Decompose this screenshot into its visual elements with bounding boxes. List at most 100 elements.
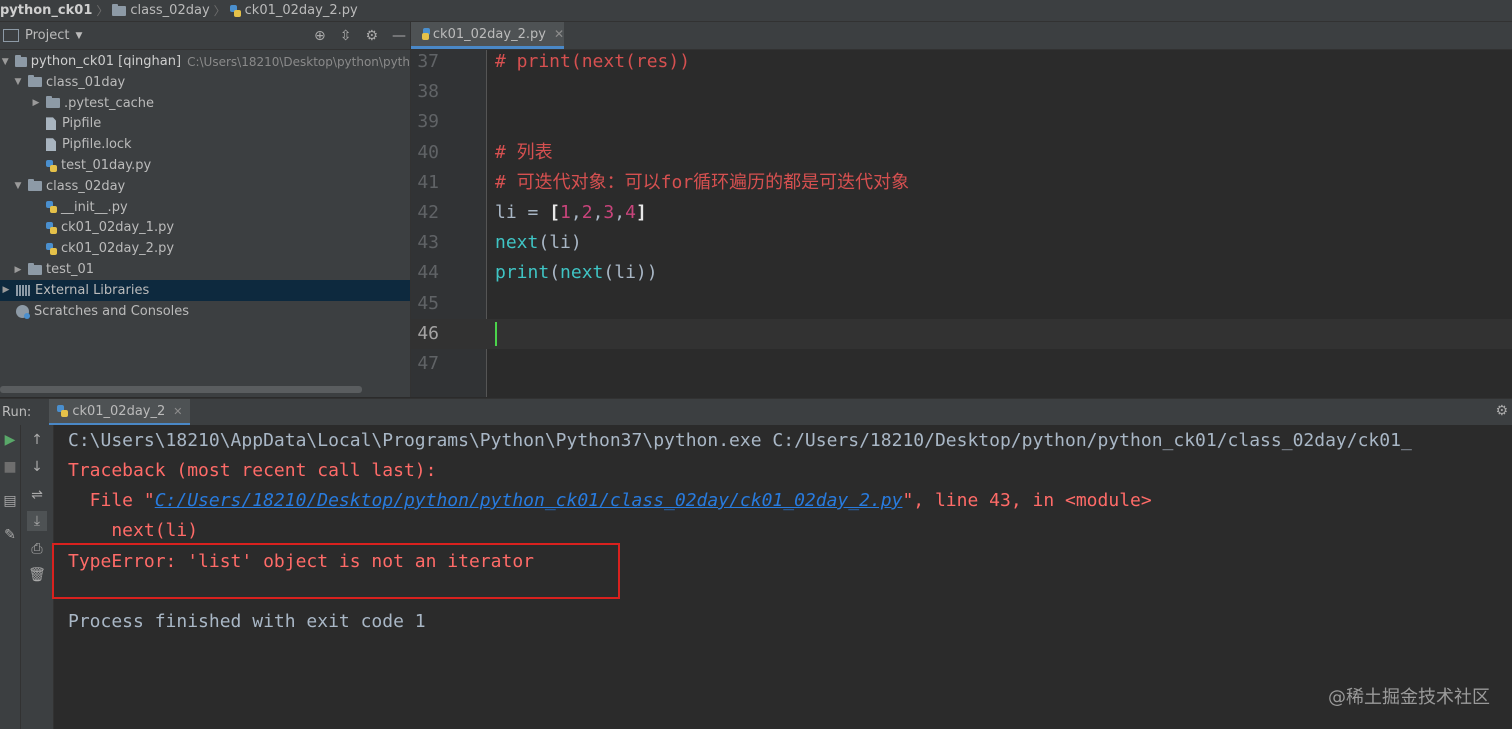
- close-icon[interactable]: ✕: [554, 27, 564, 41]
- pin-icon[interactable]: ✎: [0, 525, 20, 545]
- file-prefix: File ": [68, 490, 155, 511]
- code-text: next(li): [495, 232, 582, 254]
- arrow-up-icon[interactable]: ↑: [27, 430, 47, 450]
- tree-item[interactable]: __init__.py: [0, 197, 440, 218]
- minimize-icon[interactable]: —: [392, 28, 406, 44]
- code-text: li = [1,2,3,4]: [495, 202, 647, 223]
- tree-item[interactable]: ▶ test_01: [0, 259, 422, 280]
- line-number: 40: [417, 141, 439, 163]
- tree-item-label: .pytest_cache: [64, 95, 155, 111]
- code-line: 45: [411, 289, 1512, 319]
- tree-item[interactable]: ck01_02day_2.py: [0, 238, 440, 259]
- library-icon: [16, 284, 30, 296]
- tree-item-label: Pipfile: [62, 116, 102, 132]
- python-file-icon: [46, 242, 57, 255]
- chevron-right-icon[interactable]: ▶: [0, 285, 12, 295]
- run-tab[interactable]: ck01_02day_2 ✕: [49, 399, 191, 425]
- rerun-icon[interactable]: ▶: [0, 430, 20, 450]
- horizontal-scrollbar[interactable]: [0, 386, 362, 393]
- folder-icon: [112, 3, 127, 16]
- chevron-down-icon[interactable]: ▼: [75, 31, 82, 41]
- line-number: 43: [417, 232, 439, 254]
- line-number: 46: [417, 322, 439, 344]
- chevron-down-icon[interactable]: ▼: [0, 57, 11, 67]
- breadcrumb-folder[interactable]: class_02day: [112, 0, 210, 21]
- run-panel-header: Run: ck01_02day_2 ✕ ⚙: [0, 398, 1512, 425]
- file-icon: [46, 117, 56, 131]
- print-icon[interactable]: ⎙: [27, 539, 47, 559]
- line-number: 47: [417, 353, 439, 374]
- run-toolbar-primary: ▶ ■ ▤ ✎: [0, 425, 21, 729]
- folder-icon: [28, 262, 42, 275]
- chevron-down-icon[interactable]: ▼: [12, 77, 24, 87]
- tree-item-label: ck01_02day_1.py: [61, 220, 175, 236]
- arrow-down-icon[interactable]: ↓: [27, 457, 47, 477]
- tree-item-label: Pipfile.lock: [62, 137, 132, 153]
- locate-icon[interactable]: ⊕: [314, 28, 326, 44]
- line-number: 39: [417, 111, 439, 133]
- console-code-line: next(li): [68, 520, 199, 541]
- scratch-icon: [16, 304, 30, 319]
- gear-icon[interactable]: ⚙: [1495, 403, 1508, 419]
- code-text: # 可迭代对象：可以for循环遍历的都是可迭代对象: [495, 171, 910, 193]
- chevron-right-icon[interactable]: ▶: [30, 98, 42, 108]
- code-line: 47: [411, 349, 1512, 379]
- tree-item[interactable]: ck01_02day_1.py: [0, 217, 440, 238]
- chevron-down-icon[interactable]: ▼: [12, 181, 24, 191]
- tree-item-path-hint: C:\Users\18210\Desktop\python\pyth: [187, 54, 410, 69]
- code-editor[interactable]: 37 # print(next(res)) 38 39 40 # 列表 41 # 可迭代对象：…: [411, 50, 1512, 397]
- close-icon[interactable]: ✕: [173, 405, 182, 418]
- layout-icon[interactable]: ▤: [0, 491, 20, 511]
- tree-item[interactable]: ▶ External Libraries: [0, 279, 410, 301]
- collapse-all-icon[interactable]: ⇳: [340, 28, 352, 44]
- tree-item[interactable]: Scratches and Consoles: [0, 301, 410, 322]
- python-file-icon: [229, 4, 241, 17]
- traceback-file-link[interactable]: C:/Users/18210/Desktop/python/python_ck0…: [155, 490, 903, 511]
- project-view-selector[interactable]: Project: [25, 28, 69, 43]
- tree-item[interactable]: Pipfile.lock: [0, 134, 440, 155]
- scroll-to-end-icon[interactable]: ⤓: [27, 511, 47, 531]
- tree-item[interactable]: ▶ .pytest_cache: [0, 93, 440, 114]
- tree-item-label: Scratches and Consoles: [34, 303, 190, 319]
- gear-icon[interactable]: ⚙: [365, 28, 378, 44]
- tree-item-label: test_01day.py: [61, 158, 152, 173]
- tab-label: ck01_02day_2.py: [432, 26, 546, 42]
- folder-icon: [28, 179, 42, 192]
- python-file-icon: [46, 201, 57, 214]
- folder-icon: [46, 96, 60, 109]
- soft-wrap-icon[interactable]: ⇌: [27, 485, 47, 505]
- watermark: @稀土掘金技术社区: [1328, 687, 1490, 708]
- console-traceback-line: Traceback (most recent call last):: [68, 460, 437, 481]
- code-text: # 列表: [495, 141, 553, 163]
- code-line: 41 # 可迭代对象：可以for循环遍历的都是可迭代对象: [411, 168, 1512, 198]
- code-line: 39: [411, 107, 1512, 137]
- tree-item-label: python_ck01 [qinghan]: [30, 54, 182, 69]
- chevron-right-icon[interactable]: ▶: [12, 265, 24, 275]
- code-line: 43 next(li): [411, 228, 1512, 258]
- tree-item[interactable]: Pipfile: [0, 113, 440, 134]
- tree-item[interactable]: ▼ class_01day: [0, 72, 422, 93]
- python-file-icon: [57, 405, 69, 417]
- trash-icon[interactable]: 🗑: [27, 565, 47, 585]
- code-text: print(next(li)): [495, 262, 658, 284]
- code-line: 40 # 列表: [411, 138, 1512, 168]
- tree-item[interactable]: test_01day.py: [0, 155, 440, 176]
- breadcrumb-file[interactable]: ck01_02day_2.py: [229, 0, 358, 21]
- code-line: 42 li = [1,2,3,4]: [411, 198, 1512, 228]
- tab-ck01-02day-2[interactable]: ck01_02day_2.py ✕: [411, 22, 564, 49]
- tree-item[interactable]: ▼ class_02day: [0, 176, 422, 197]
- tree-item[interactable]: ▼ python_ck01 [qinghan] C:\Users\18210\Des…: [0, 51, 410, 72]
- run-label: Run:: [2, 404, 32, 420]
- tree-item-label: ck01_02day_2.py: [61, 241, 175, 257]
- tree-item-label: test_01: [46, 262, 95, 277]
- line-number: 44: [417, 262, 439, 284]
- breadcrumb-project[interactable]: python_ck01: [0, 0, 92, 21]
- python-file-icon: [421, 28, 430, 40]
- chevron-right-icon: 〉: [96, 4, 109, 18]
- stop-icon[interactable]: ■: [0, 457, 20, 477]
- tree-item-label: External Libraries: [35, 282, 150, 298]
- project-panel: Project ▼ ⊕ ⇳ ⚙ — ▼ python_ck01 [qinghan]…: [0, 22, 411, 397]
- error-highlight-box: [52, 543, 620, 599]
- code-line: 38: [411, 77, 1512, 107]
- python-file-icon: [46, 221, 57, 234]
